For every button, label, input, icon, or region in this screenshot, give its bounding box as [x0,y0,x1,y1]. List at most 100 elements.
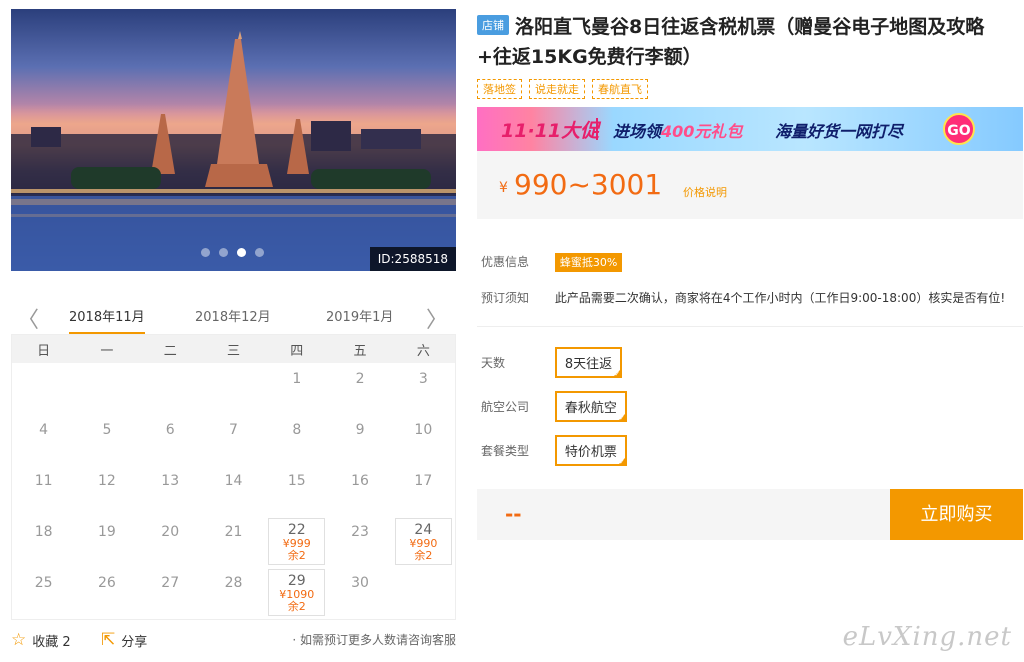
weekday-label: 一 [100,343,114,359]
option-package-selected[interactable]: 特价机票 ✓ [554,435,627,466]
day-number: 15 [287,473,306,489]
calendar-day: 10 [392,414,455,465]
check-icon: ✓ [614,370,621,378]
option-days-selected[interactable]: 8天往返 ✓ [554,347,623,378]
calendar-day: 27 [139,567,202,618]
slide-dot-active[interactable] [237,248,246,257]
slide-dot[interactable] [201,248,210,257]
calendar-day: 5 [75,414,138,465]
shop-tag[interactable]: 店铺 [477,15,509,35]
photo-id-badge: ID:2588518 [369,247,456,271]
booking-note: · 如需预订更多人数请咨询客服 [292,633,456,647]
option-label: 天数 [481,356,506,370]
option-label: 航空公司 [481,400,530,414]
calendar-day: 18 [12,516,75,567]
favorite-button[interactable]: ☆ 收藏 2 [11,630,71,650]
price-range: 990~3001 [514,168,663,201]
star-icon: ☆ [11,630,27,650]
calendar-day[interactable]: 22 ¥999 余2 [268,518,326,565]
day-number: 9 [355,422,365,438]
banner-separator [596,118,598,140]
banner-go-button[interactable]: GO [943,113,975,145]
day-number: 19 [98,524,116,540]
promo-banner[interactable]: 11·11大促 进场领400元礼包 海量好货一网打尽 GO [477,107,1023,151]
calendar-day: 8 [265,414,328,465]
booking-notice-label: 预订须知 [481,291,530,305]
banner-slogan: 海量好货一网打尽 [775,122,904,141]
day-number: 1 [292,371,302,387]
calendar-empty-cell [392,567,455,618]
day-number: 27 [161,575,180,591]
feature-tag: 春航直飞 [592,79,648,99]
promo-info-row: 优惠信息 蜂蜜抵30% [481,253,623,272]
day-number: 4 [39,422,49,438]
day-number: 18 [34,524,53,540]
booking-notice-text: 此产品需要二次确认，商家将在4个工作小时内（工作日9:00-18:00）核实是否… [554,291,1006,305]
calendar-day: 3 [392,363,455,414]
calendar-day: 28 [202,567,265,618]
buy-bar: -- 立即购买 [477,489,1023,540]
day-number: 20 [161,524,180,540]
calendar-day: 30 [328,567,391,618]
slide-dot[interactable] [255,248,264,257]
calendar-day: 4 [12,414,75,465]
banner-sale-title: 11·11大促 [501,120,600,142]
day-number: 28 [224,575,243,591]
weekday-label: 五 [353,343,367,359]
share-label: 分享 [121,634,148,650]
feature-tags: 落地签 说走就走 春航直飞 [477,79,648,99]
promo-badge: 蜂蜜抵30% [554,253,623,272]
calendar-empty-cell [75,363,138,414]
slide-dot[interactable] [219,248,228,257]
calendar-day: 14 [202,465,265,516]
weekday-label: 六 [416,343,430,359]
calendar-day: 16 [328,465,391,516]
slide-dots [201,248,264,257]
day-number: 24 [414,522,433,538]
calendar: 日 一 二 三 四 五 六 1 2 3 4 5 6 7 8 9 10 11 12 13 14 15 16 17 1… [11,334,456,620]
day-number: 23 [351,524,369,540]
day-number: 13 [161,473,180,489]
buy-now-button[interactable]: 立即购买 [890,489,1023,540]
calendar-day: 12 [75,465,138,516]
option-airline-selected[interactable]: 春秋航空 ✓ [554,391,627,422]
product-title: 洛阳直飞曼谷8日往返含税机票（赠曼谷电子地图及攻略+往返15KG免费行李额） [477,16,985,68]
promo-info-label: 优惠信息 [481,255,530,269]
calendar-day: 25 [12,567,75,618]
day-seats-left: 余2 [414,549,433,562]
day-seats-left: 余2 [287,600,306,613]
weekday-label: 三 [226,343,240,359]
price-explain-link[interactable]: 价格说明 [683,184,727,200]
calendar-day[interactable]: 29 ¥1090 余2 [268,569,326,616]
share-button[interactable]: ⇱ 分享 [101,630,147,650]
weekday-label: 二 [163,343,177,359]
product-photo[interactable]: ID:2588518 [11,9,456,271]
calendar-day: 2 [328,363,391,414]
day-number: 11 [34,473,53,489]
day-number: 3 [418,371,428,387]
day-number: 14 [224,473,243,489]
tab-month-2[interactable]: 2018年12月 [195,306,271,325]
month-nav: 〈 2018年11月 2018年12月 2019年1月 〉 [11,300,456,334]
calendar-day: 20 [139,516,202,567]
weekday-header: 日 一 二 三 四 五 六 [12,335,455,363]
day-number: 26 [98,575,116,591]
divider [477,326,1023,327]
day-number: 29 [287,573,306,589]
option-row-airline: 航空公司 春秋航空 ✓ [481,391,627,422]
tab-month-1[interactable]: 2018年11月 [69,306,145,334]
calendar-day: 11 [12,465,75,516]
calendar-day: 9 [328,414,391,465]
left-footer: ☆ 收藏 2 ⇱ 分享 · 如需预订更多人数请咨询客服 [11,628,456,650]
calendar-empty-cell [12,363,75,414]
option-row-package: 套餐类型 特价机票 ✓ [481,435,627,466]
tab-month-3[interactable]: 2019年1月 [326,306,393,325]
next-month-arrow-icon[interactable]: 〉 [426,302,448,334]
calendar-day[interactable]: 24 ¥990 余2 [394,518,452,565]
day-number: 2 [355,371,365,387]
check-icon: ✓ [618,458,625,466]
option-label: 套餐类型 [481,444,530,458]
prev-month-arrow-icon[interactable]: 〈 [17,302,39,334]
day-seats-left: 余2 [287,549,306,562]
day-number: 21 [224,524,243,540]
